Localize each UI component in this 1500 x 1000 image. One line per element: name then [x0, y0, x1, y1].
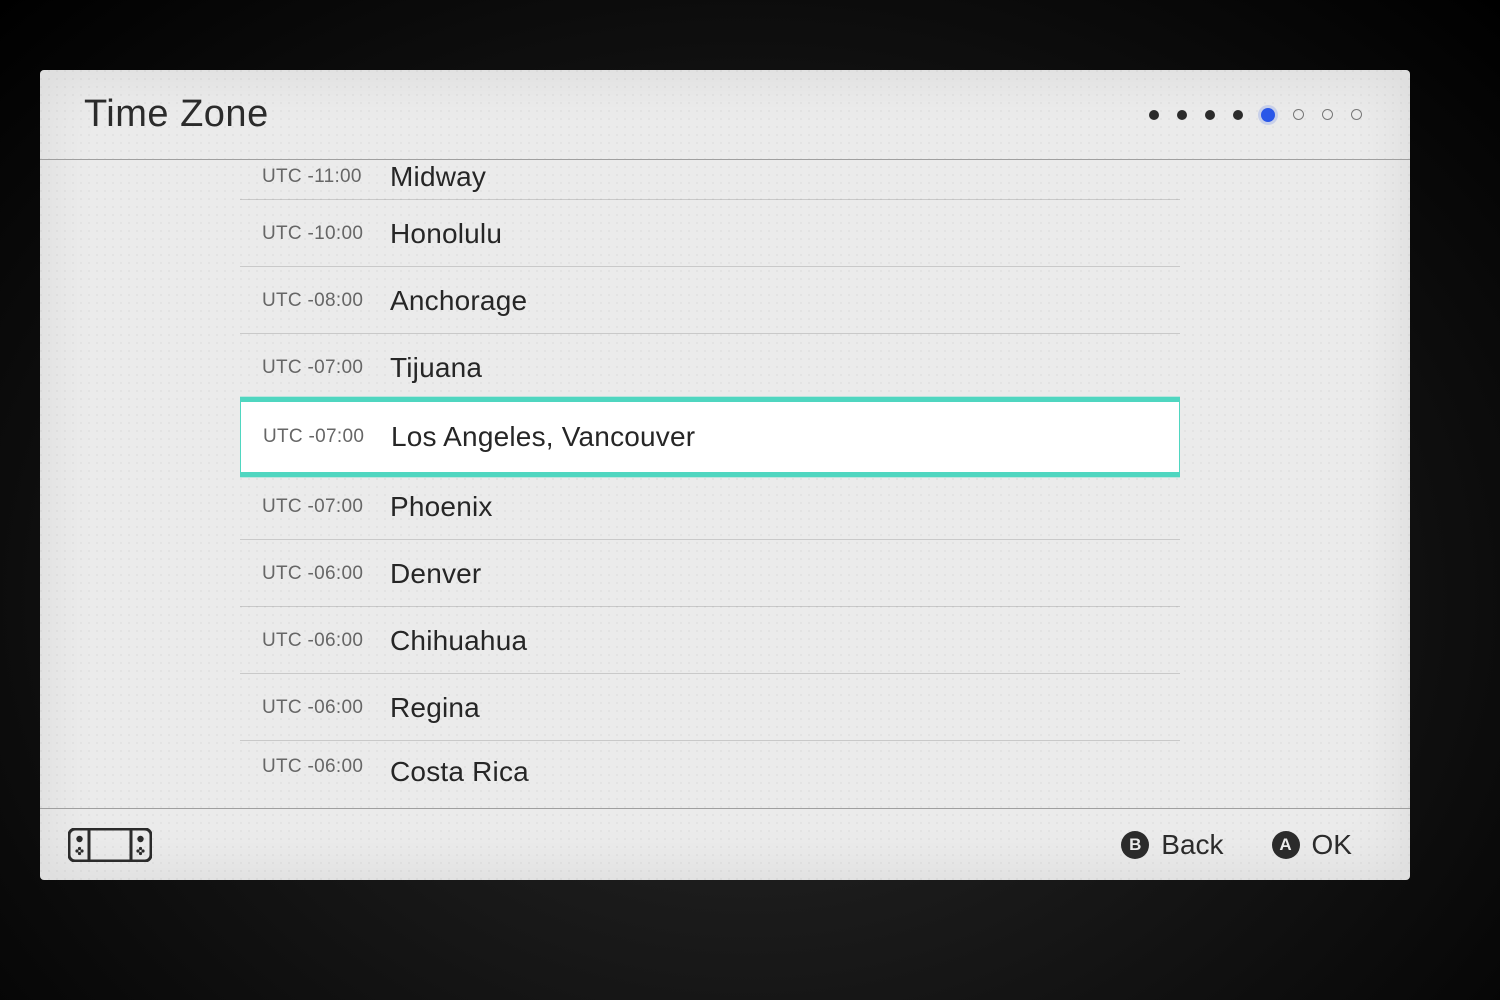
footer: B Back A OK [40, 808, 1410, 880]
timezone-row[interactable]: UTC -11:00Midway [240, 160, 1180, 200]
timezone-row[interactable]: UTC -07:00Tijuana [240, 334, 1180, 401]
timezone-offset: UTC -06:00 [262, 756, 390, 778]
ok-button[interactable]: A OK [1272, 829, 1352, 861]
pager-dot-upcoming [1322, 109, 1333, 120]
timezone-offset: UTC -08:00 [262, 290, 390, 312]
timezone-offset: UTC -11:00 [262, 166, 390, 191]
timezone-city: Chihuahua [390, 625, 527, 657]
timezone-list[interactable]: UTC -11:00MidwayUTC -10:00HonoluluUTC -0… [240, 160, 1180, 808]
ok-label: OK [1312, 829, 1352, 861]
pager-dot-done [1205, 110, 1215, 120]
timezone-city: Los Angeles, Vancouver [391, 421, 695, 453]
setup-progress-pager [1149, 108, 1362, 122]
timezone-offset: UTC -06:00 [262, 630, 390, 652]
a-button-icon: A [1272, 831, 1300, 859]
footer-actions: B Back A OK [1121, 829, 1352, 861]
timezone-row[interactable]: UTC -10:00Honolulu [240, 200, 1180, 267]
pager-dot-done [1149, 110, 1159, 120]
pager-dot-upcoming [1293, 109, 1304, 120]
timezone-city: Anchorage [390, 285, 527, 317]
pager-dot-done [1233, 110, 1243, 120]
timezone-city: Denver [390, 558, 481, 590]
timezone-city: Midway [390, 163, 486, 191]
back-button[interactable]: B Back [1121, 829, 1223, 861]
page-title: Time Zone [84, 93, 269, 136]
timezone-offset: UTC -06:00 [262, 563, 390, 585]
timezone-city: Regina [390, 692, 480, 724]
timezone-row[interactable]: UTC -06:00Costa Rica [240, 741, 1180, 793]
timezone-row[interactable]: UTC -06:00Chihuahua [240, 607, 1180, 674]
timezone-offset: UTC -07:00 [263, 426, 391, 448]
timezone-row[interactable]: UTC -08:00Anchorage [240, 267, 1180, 334]
timezone-row[interactable]: UTC -06:00Denver [240, 540, 1180, 607]
timezone-city: Tijuana [390, 352, 482, 384]
timezone-offset: UTC -10:00 [262, 223, 390, 245]
timezone-offset: UTC -07:00 [262, 496, 390, 518]
back-label: Back [1161, 829, 1223, 861]
timezone-offset: UTC -07:00 [262, 357, 390, 379]
timezone-city: Honolulu [390, 218, 502, 250]
pager-dot-current [1261, 108, 1275, 122]
timezone-city: Phoenix [390, 491, 493, 523]
timezone-row[interactable]: UTC -07:00Phoenix [240, 473, 1180, 540]
pager-dot-done [1177, 110, 1187, 120]
header: Time Zone [40, 70, 1410, 160]
screen: Time Zone UTC -11:00MidwayUTC -10:00Hono… [40, 70, 1410, 880]
b-button-icon: B [1121, 831, 1149, 859]
timezone-offset: UTC -06:00 [262, 697, 390, 719]
timezone-row[interactable]: UTC -06:00Regina [240, 674, 1180, 741]
controller-icon [68, 828, 152, 862]
device-bezel: Time Zone UTC -11:00MidwayUTC -10:00Hono… [0, 0, 1500, 1000]
timezone-city: Costa Rica [390, 756, 529, 788]
pager-dot-upcoming [1351, 109, 1362, 120]
timezone-row-selected[interactable]: UTC -07:00Los Angeles, Vancouver [240, 397, 1180, 477]
